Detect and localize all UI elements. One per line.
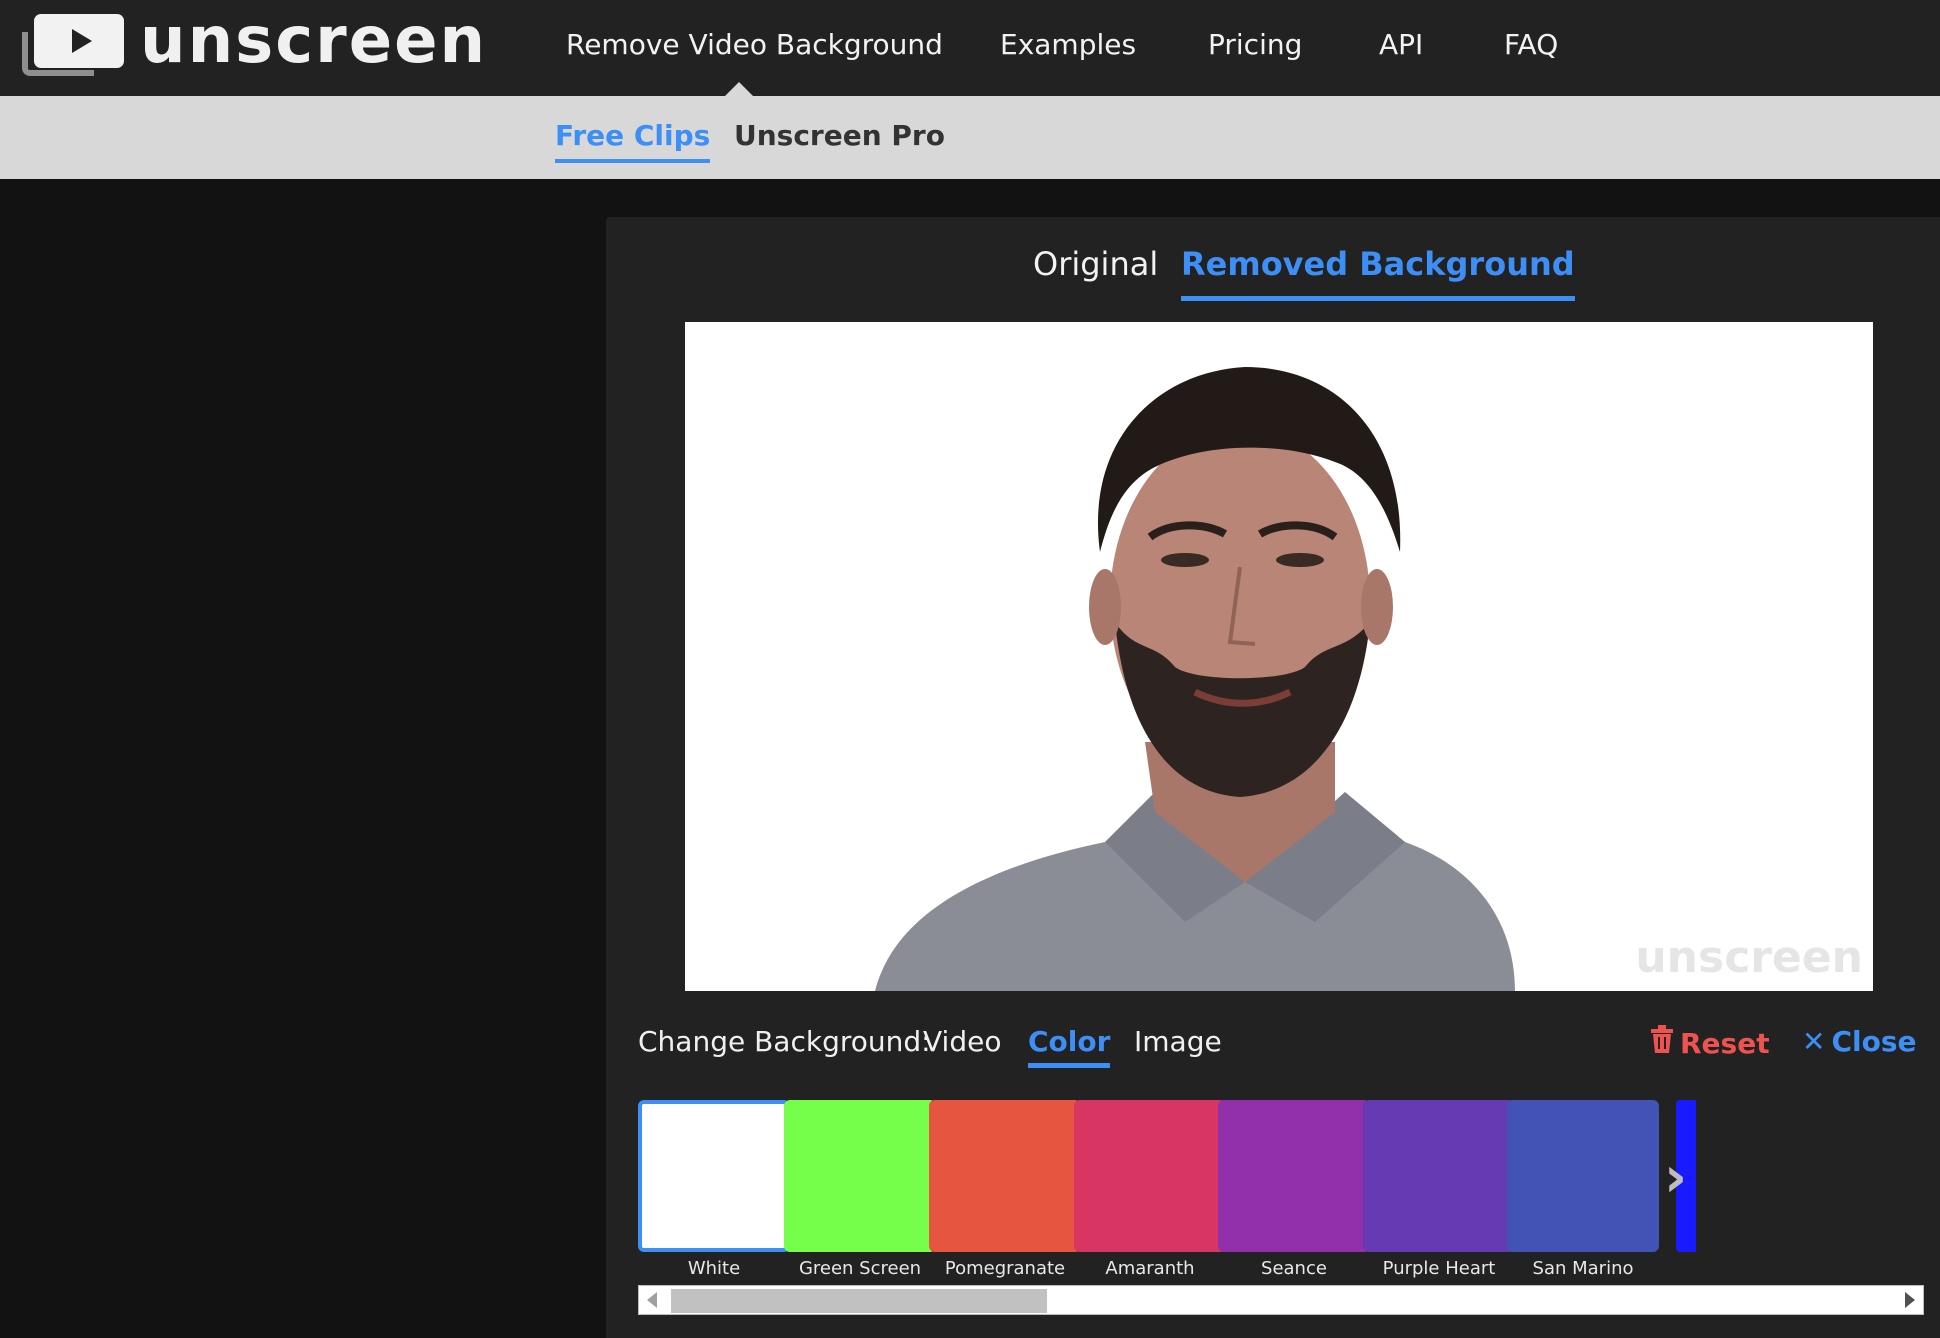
scroll-left-arrow-icon[interactable] [647, 1292, 657, 1308]
nav-api[interactable]: API [1379, 0, 1423, 96]
close-label: Close [1831, 1025, 1917, 1058]
nav-faq[interactable]: FAQ [1504, 0, 1558, 96]
change-background-label: Change Background: [638, 1025, 931, 1058]
bg-option-video[interactable]: Video [923, 1025, 1001, 1058]
swatch-color [1218, 1100, 1370, 1252]
swatch-green-screen[interactable]: Green Screen [784, 1100, 936, 1279]
swatch-color [638, 1100, 790, 1252]
close-icon: ✕ [1802, 1025, 1826, 1058]
tab-original[interactable]: Original [1033, 245, 1158, 297]
tab-unscreen-pro[interactable]: Unscreen Pro [734, 96, 945, 179]
bg-option-image[interactable]: Image [1134, 1025, 1222, 1058]
video-preview[interactable]: unscreen [685, 322, 1873, 991]
swatch-color [1363, 1100, 1515, 1252]
swatch-white[interactable]: White [638, 1100, 790, 1279]
swatch-amaranth[interactable]: Amaranth [1074, 1100, 1226, 1279]
swatch-color [1507, 1100, 1659, 1252]
result-panel: Original Removed Background unscreen Cha… [606, 217, 1940, 1338]
chevron-right-icon: › [1664, 1145, 1688, 1210]
unscreen-logo-icon[interactable] [22, 14, 124, 76]
scroll-right-arrow-icon[interactable] [1905, 1292, 1915, 1308]
swatch-color [784, 1100, 936, 1252]
top-navbar: unscreen Remove Video Background Example… [0, 0, 1940, 96]
nav-examples[interactable]: Examples [1000, 0, 1136, 96]
trash-icon [1650, 1025, 1674, 1060]
nav-pricing[interactable]: Pricing [1208, 0, 1302, 96]
play-icon [34, 14, 124, 68]
swatch-scrollbar[interactable] [638, 1285, 1924, 1315]
bg-option-color[interactable]: Color [1028, 1025, 1111, 1068]
scrollbar-thumb[interactable] [671, 1289, 1047, 1313]
sub-navbar: Free Clips Unscreen Pro [0, 96, 1940, 179]
swatch-san-marino[interactable]: San Marino [1507, 1100, 1659, 1279]
tab-removed-background[interactable]: Removed Background [1181, 245, 1575, 301]
swatch-color [929, 1100, 1081, 1252]
active-nav-caret-icon [725, 82, 753, 96]
color-swatch-list: White Green Screen Pomegranate Amaranth … [638, 1100, 1940, 1290]
close-button[interactable]: ✕ Close [1802, 1025, 1917, 1058]
swatch-color [1074, 1100, 1226, 1252]
tab-free-clips[interactable]: Free Clips [555, 96, 711, 179]
swatch-label: San Marino [1532, 1258, 1634, 1279]
swatch-pomegranate[interactable]: Pomegranate [929, 1100, 1081, 1279]
reset-label: Reset [1680, 1027, 1770, 1060]
swatch-next-button[interactable]: › [1658, 1100, 1696, 1252]
watermark-logo: unscreen [1635, 932, 1863, 983]
swatch-purple-heart[interactable]: Purple Heart [1363, 1100, 1515, 1279]
swatch-seance[interactable]: Seance [1218, 1100, 1370, 1279]
person-silhouette-image [875, 367, 1515, 991]
nav-remove-video-background[interactable]: Remove Video Background [566, 0, 943, 96]
brand-name[interactable]: unscreen [140, 4, 487, 78]
reset-button[interactable]: Reset [1650, 1025, 1770, 1060]
